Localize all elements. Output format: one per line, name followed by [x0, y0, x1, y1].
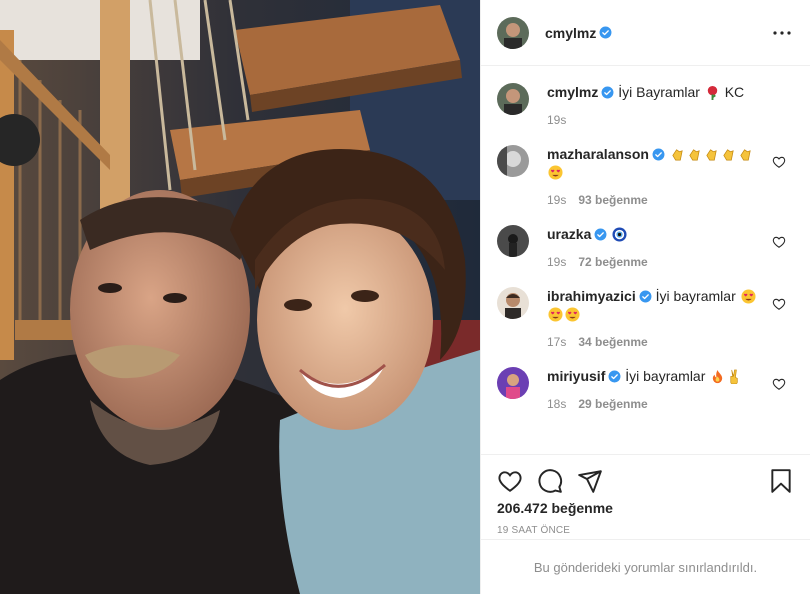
commenter-avatar[interactable] [497, 287, 529, 319]
share-icon[interactable] [577, 468, 603, 494]
more-options-icon[interactable] [770, 21, 794, 45]
clap-emoji-icon [689, 149, 700, 161]
commenter-avatar[interactable] [497, 145, 529, 177]
caption: cmylmz İyi Bayramlar KC 19s [497, 83, 794, 129]
comments-restricted-notice: Bu gönderideki yorumlar sınırlandırıldı. [481, 539, 810, 594]
caption-text: İyi Bayramlar [618, 84, 700, 100]
post-header: cmylmz [481, 0, 810, 66]
verified-badge-icon [639, 290, 652, 303]
evil-eye-emoji-icon [612, 227, 627, 242]
verified-badge-icon [599, 26, 612, 39]
post-sidebar: cmylmz cmylmz İyi Bayramlar KC 19s mazha… [480, 0, 810, 594]
comment-item: miriyusif İyi bayramlar 18s 29 beğenme [497, 367, 794, 413]
clap-emoji-icon [723, 149, 734, 161]
commenter-username[interactable]: urazka [547, 226, 591, 242]
bookmark-icon[interactable] [768, 468, 794, 494]
author-avatar[interactable] [497, 16, 529, 49]
commenter-avatar[interactable] [497, 225, 529, 257]
author-username[interactable]: cmylmz [545, 25, 596, 41]
heart-eyes-emoji-icon [565, 307, 580, 322]
post-actions: 206.472 beğenme 19 SAAT ÖNCE [481, 454, 810, 536]
caption-signature: KC [724, 84, 745, 100]
comments-list[interactable]: cmylmz İyi Bayramlar KC 19s mazharalanso… [481, 67, 810, 453]
post-likes-count[interactable]: 206.472 beğenme [497, 500, 794, 516]
post-photo[interactable] [0, 0, 480, 594]
comment-likes[interactable]: 34 beğenme [578, 333, 647, 351]
clap-emojis [669, 146, 754, 162]
comment-item: urazka 19s 72 beğenme [497, 225, 794, 271]
rose-emoji-icon [707, 85, 718, 100]
caption-avatar[interactable] [497, 83, 529, 115]
comment-age[interactable]: 17s [547, 333, 566, 351]
commenter-avatar[interactable] [497, 367, 529, 399]
caption-age[interactable]: 19s [547, 111, 566, 129]
clap-emoji-icon [740, 149, 751, 161]
victory-hand-emoji-icon [730, 369, 738, 384]
clap-emoji-icon [672, 149, 683, 161]
caption-username[interactable]: cmylmz [547, 84, 598, 100]
instagram-post: cmylmz cmylmz İyi Bayramlar KC 19s mazha… [0, 0, 810, 594]
comment-age[interactable]: 19s [547, 191, 566, 209]
heart-eyes-emoji-icon [548, 307, 563, 322]
comment-like-heart-icon[interactable] [772, 155, 786, 169]
comment-text: İyi bayramlar [625, 368, 706, 384]
verified-badge-icon [608, 370, 621, 383]
comment-age[interactable]: 19s [547, 253, 566, 271]
comment-icon[interactable] [537, 468, 563, 494]
commenter-username[interactable]: mazharalanson [547, 146, 649, 162]
heart-icon[interactable] [497, 468, 523, 494]
comment-text: İyi bayramlar [655, 288, 736, 304]
commenter-username[interactable]: ibrahimyazici [547, 288, 636, 304]
comment-like-heart-icon[interactable] [772, 235, 786, 249]
commenter-username[interactable]: miriyusif [547, 368, 605, 384]
verified-badge-icon [652, 148, 665, 161]
comment-age[interactable]: 18s [547, 395, 566, 413]
comment-like-heart-icon[interactable] [772, 377, 786, 391]
verified-badge-icon [594, 228, 607, 241]
fire-emoji-icon [713, 369, 723, 384]
comment-item: mazharalanson 19s 93 beğenme [497, 145, 794, 209]
heart-eyes-emoji-icon [741, 289, 756, 304]
comment-likes[interactable]: 93 beğenme [578, 191, 647, 209]
comment-item: ibrahimyazici İyi bayramlar 17s 34 beğenm… [497, 287, 794, 351]
selfie-image [0, 0, 480, 594]
comment-like-heart-icon[interactable] [772, 297, 786, 311]
post-timestamp[interactable]: 19 SAAT ÖNCE [497, 525, 794, 536]
heart-eyes-emoji-icon [548, 165, 563, 180]
comment-likes[interactable]: 72 beğenme [578, 253, 647, 271]
comment-likes[interactable]: 29 beğenme [578, 395, 647, 413]
clap-emoji-icon [706, 149, 717, 161]
verified-badge-icon [601, 86, 614, 99]
